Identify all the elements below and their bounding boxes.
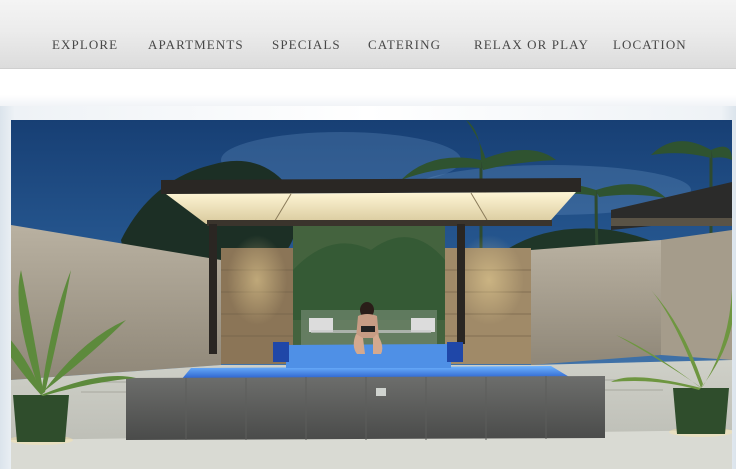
nav-item-apartments[interactable]: APARTMENTS xyxy=(148,37,244,53)
header-spacer xyxy=(0,69,736,106)
nav-item-specials[interactable]: SPECIALS xyxy=(272,37,341,53)
nav-item-catering[interactable]: CATERING xyxy=(368,37,441,53)
resort-pool-scene xyxy=(11,120,732,469)
hero-photo xyxy=(11,120,732,469)
nav-item-explore[interactable]: EXPLORE xyxy=(52,37,118,53)
top-navigation-bar: EXPLORE APARTMENTS SPECIALS CATERING REL… xyxy=(0,0,736,69)
nav-item-relax-or-play[interactable]: RELAX OR PLAY xyxy=(474,37,589,53)
nav-item-location[interactable]: LOCATION xyxy=(613,37,687,53)
